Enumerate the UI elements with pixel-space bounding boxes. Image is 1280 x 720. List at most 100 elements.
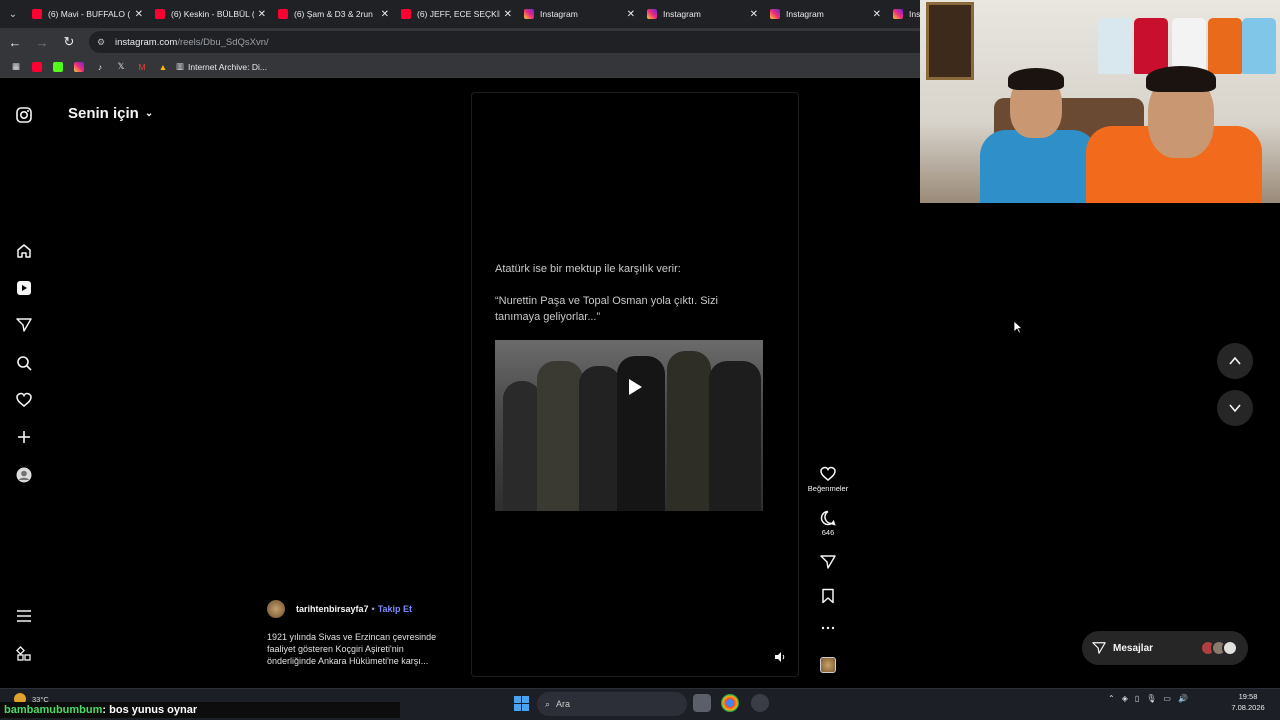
bookmark-instagram[interactable] bbox=[71, 59, 87, 75]
youtube-icon bbox=[155, 9, 165, 19]
browser-tab[interactable]: (6) Mavi - BUFFALO (✕ bbox=[26, 0, 149, 28]
app-icon[interactable] bbox=[751, 694, 769, 712]
save-button[interactable] bbox=[806, 588, 850, 604]
battery-icon[interactable]: ▯ bbox=[1135, 694, 1139, 703]
reel-author: tarihtenbirsayfa7 • Takip Et bbox=[267, 600, 412, 618]
comment-button[interactable]: 646 bbox=[806, 510, 850, 537]
instagram-logo-icon[interactable] bbox=[14, 105, 34, 125]
reel-archive-footage[interactable] bbox=[495, 340, 763, 511]
taskbar-search[interactable]: ⌕ Ara bbox=[537, 692, 687, 716]
close-tab-icon[interactable]: ✕ bbox=[504, 9, 512, 20]
browser-tab[interactable]: (6) Keskin - BÜLBÜL (✕ bbox=[149, 0, 272, 28]
mouse-cursor-icon bbox=[1013, 320, 1023, 334]
message-avatars bbox=[1200, 640, 1238, 656]
bookmark-youtube[interactable] bbox=[29, 59, 45, 75]
youtube-icon bbox=[401, 9, 411, 19]
messages-button[interactable]: Mesajlar bbox=[1082, 631, 1248, 665]
bookmark-tiktok[interactable]: ♪ bbox=[92, 59, 108, 75]
menu-icon[interactable] bbox=[14, 606, 34, 626]
network-icon[interactable]: ◈ bbox=[1122, 694, 1128, 703]
apps-grid-icon[interactable]: ▦ bbox=[8, 59, 24, 75]
close-tab-icon[interactable]: ✕ bbox=[750, 9, 758, 20]
share-button[interactable] bbox=[806, 554, 850, 570]
bookmark-x[interactable]: 𝕏 bbox=[113, 59, 129, 75]
task-view-icon[interactable] bbox=[693, 694, 711, 712]
reel-player[interactable]: Atatürk ise bir mektup ile karşılık veri… bbox=[471, 92, 799, 677]
author-avatar[interactable] bbox=[267, 600, 285, 618]
person-left bbox=[980, 130, 1098, 203]
jersey bbox=[1098, 18, 1132, 74]
clock-date: 7.08.2026 bbox=[1231, 703, 1265, 712]
back-button[interactable]: ← bbox=[3, 30, 27, 54]
chevron-up-icon[interactable]: ⌃ bbox=[1108, 694, 1115, 703]
feed-selector[interactable]: Senin için ⌄ bbox=[68, 105, 153, 122]
address-bar[interactable]: ⚙ instagram.com/reels/Dbu_SdQsXvn/ bbox=[89, 31, 929, 53]
like-button[interactable]: Beğenmeler bbox=[806, 466, 850, 493]
direct-send-icon bbox=[1092, 642, 1106, 654]
bookmark-gmail[interactable]: M bbox=[134, 59, 150, 75]
close-tab-icon[interactable]: ✕ bbox=[258, 9, 266, 20]
profile-avatar-icon[interactable] bbox=[14, 465, 34, 485]
play-icon[interactable] bbox=[623, 376, 645, 398]
volume-icon[interactable]: 🔊 bbox=[1178, 694, 1188, 703]
sound-toggle-icon[interactable] bbox=[773, 650, 787, 664]
previous-reel-button[interactable] bbox=[1217, 343, 1253, 379]
more-options-button[interactable] bbox=[806, 624, 850, 632]
browser-tab[interactable]: Instagram ✕ bbox=[518, 0, 641, 28]
heart-icon[interactable] bbox=[14, 390, 34, 410]
browser-tab[interactable]: (6) JEFF, ECE SEÇKİN ✕ bbox=[395, 0, 518, 28]
youtube-icon bbox=[32, 61, 42, 72]
instagram-icon bbox=[893, 9, 903, 19]
x-icon: 𝕏 bbox=[117, 61, 125, 71]
forward-button[interactable]: → bbox=[30, 30, 54, 54]
jersey bbox=[1134, 18, 1168, 74]
chevron-up-icon bbox=[1229, 356, 1241, 365]
audio-button[interactable] bbox=[806, 657, 850, 673]
windows-start-button[interactable] bbox=[514, 696, 529, 711]
chat-message: : bos yunus oynar bbox=[102, 704, 198, 716]
internet-archive-icon: ▥ bbox=[176, 61, 185, 71]
footage-figure bbox=[537, 361, 583, 511]
reels-icon[interactable] bbox=[14, 278, 34, 298]
bookmark-kick[interactable] bbox=[50, 59, 66, 75]
chrome-icon[interactable] bbox=[721, 694, 739, 712]
clock[interactable]: 19:58 7.08.2026 bbox=[1222, 691, 1274, 713]
search-icon: ⌕ bbox=[545, 698, 551, 709]
home-icon[interactable] bbox=[14, 241, 34, 261]
close-tab-icon[interactable]: ✕ bbox=[873, 9, 881, 20]
jersey bbox=[1242, 18, 1276, 74]
separator-dot: • bbox=[371, 604, 375, 614]
url-host: instagram.com bbox=[115, 36, 178, 48]
bookmark-internet-archive[interactable]: ▥ Internet Archive: Di... bbox=[176, 59, 267, 75]
browser-tab[interactable]: (6) Şam & D3 & 2run ✕ bbox=[272, 0, 395, 28]
reel-caption[interactable]: 1921 yılında Sivas ve Erzincan çevresind… bbox=[267, 631, 447, 667]
instagram-icon bbox=[524, 9, 534, 19]
search-icon[interactable] bbox=[14, 353, 34, 373]
also-from-meta-icon[interactable] bbox=[14, 644, 34, 664]
site-info-icon[interactable]: ⚙ bbox=[97, 37, 107, 47]
browser-tab[interactable]: Instagram ✕ bbox=[764, 0, 887, 28]
youtube-icon bbox=[278, 9, 288, 19]
follow-button[interactable]: Takip Et bbox=[378, 604, 412, 614]
heart-icon bbox=[820, 466, 836, 481]
instagram-sidebar bbox=[0, 79, 48, 684]
close-tab-icon[interactable]: ✕ bbox=[135, 9, 143, 20]
instagram-icon bbox=[647, 9, 657, 19]
close-tab-icon[interactable]: ✕ bbox=[627, 9, 635, 20]
close-tab-icon[interactable]: ✕ bbox=[381, 9, 389, 20]
next-reel-button[interactable] bbox=[1217, 390, 1253, 426]
person-left-hair bbox=[1008, 68, 1064, 90]
jersey bbox=[1208, 18, 1242, 74]
reload-button[interactable]: ↻ bbox=[57, 30, 81, 54]
browser-tab[interactable]: Instagram ✕ bbox=[641, 0, 764, 28]
comment-icon bbox=[820, 510, 836, 526]
bookmark-drive[interactable]: ▲ bbox=[155, 59, 171, 75]
direct-send-icon[interactable] bbox=[14, 315, 34, 335]
tab-search-chevron-icon[interactable]: ⌄ bbox=[0, 0, 26, 28]
clock-time: 19:58 bbox=[1238, 692, 1258, 701]
create-plus-icon[interactable] bbox=[14, 427, 34, 447]
author-username[interactable]: tarihtenbirsayfa7 bbox=[296, 604, 369, 614]
microphone-icon[interactable]: 🎙 bbox=[1146, 694, 1156, 703]
person-right-hair bbox=[1146, 66, 1216, 92]
display-icon[interactable]: ▭ bbox=[1163, 694, 1171, 703]
